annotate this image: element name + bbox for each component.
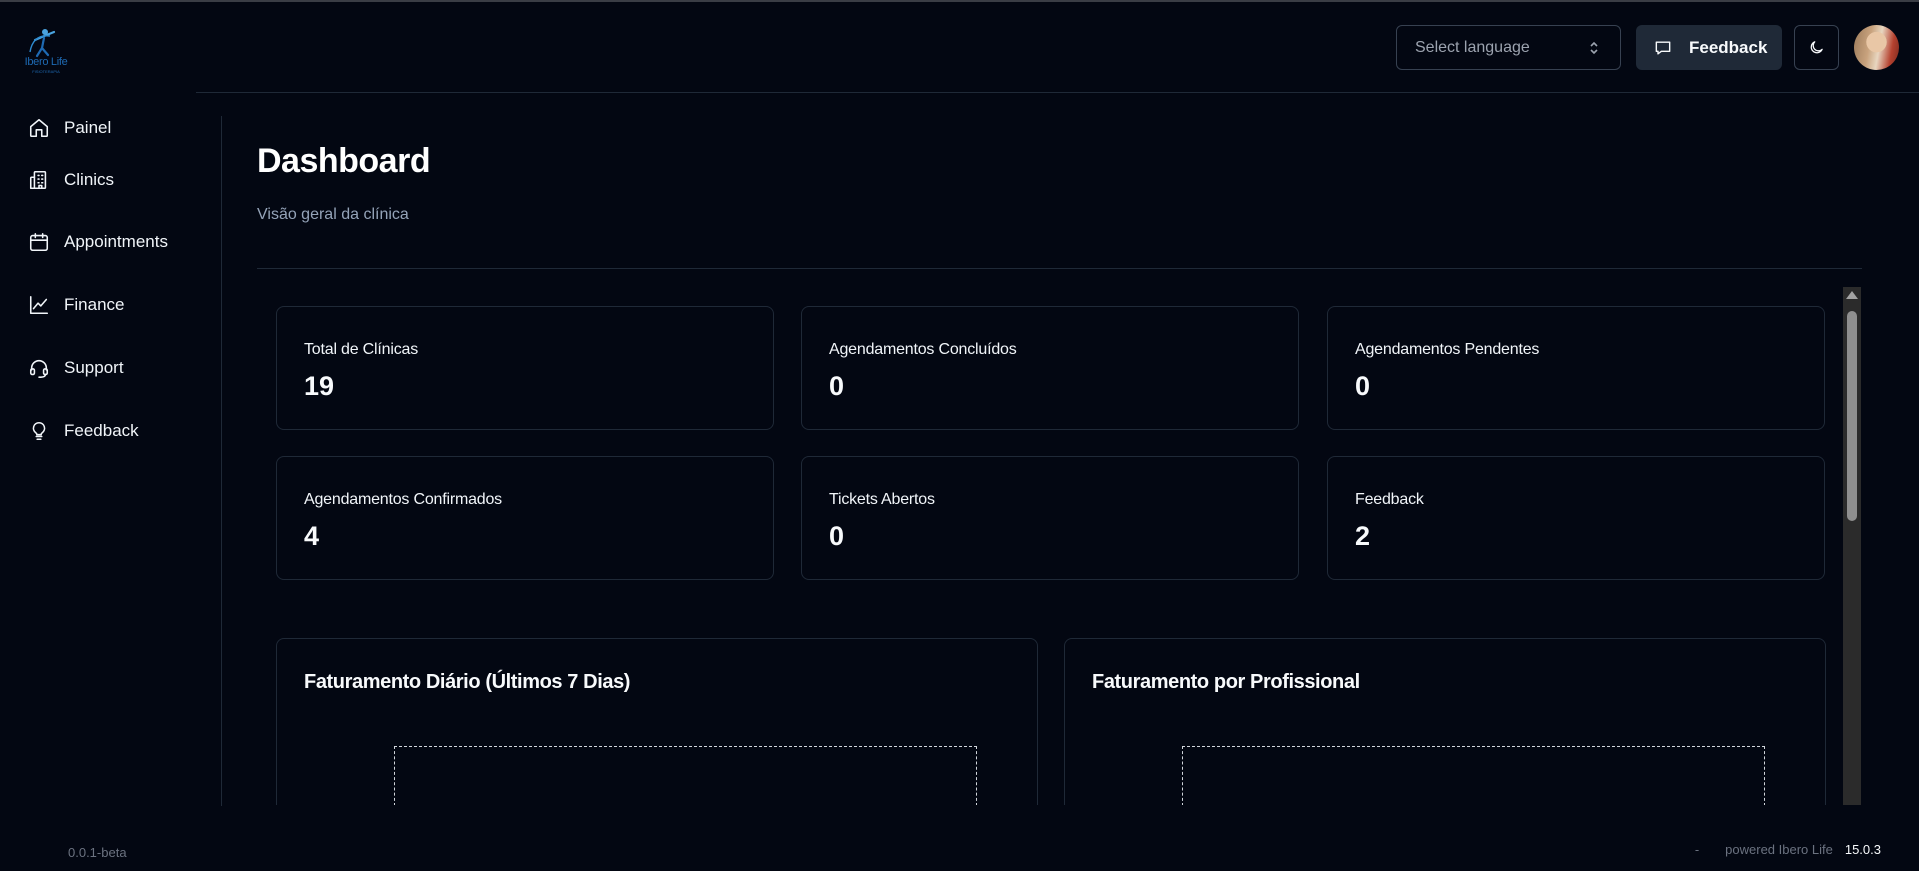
logo-text: Ibero Life (24, 56, 68, 68)
stat-card-label: Agendamentos Pendentes (1355, 341, 1540, 358)
sidebar: Ibero Life FISIOTERAPIA Painel Clinics A… (0, 0, 196, 871)
chart-card-revenue-by-professional: Faturamento por Profissional (1064, 638, 1826, 805)
stat-card-value: 2 (1355, 521, 1371, 551)
header-divider (196, 92, 1919, 93)
stat-card-label: Agendamentos Concluídos (829, 341, 1017, 358)
stat-card-agendamentos-pendentes: Agendamentos Pendentes 0 (1327, 306, 1825, 430)
powered-by-text: powered Ibero Life (1725, 842, 1833, 857)
message-square-icon (1655, 40, 1671, 55)
window-top-border (0, 0, 1919, 2)
sidebar-item-label: Clinics (64, 170, 115, 189)
sidebar-item-label: Painel (64, 118, 112, 137)
headset-icon (29, 359, 49, 378)
feedback-button[interactable]: Feedback (1636, 25, 1782, 70)
sidebar-item-painel[interactable]: Painel (28, 111, 111, 145)
theme-toggle-button[interactable] (1794, 25, 1839, 70)
content-divider (221, 116, 222, 806)
scroll-up-arrow-icon[interactable] (1846, 291, 1858, 299)
building-icon (29, 170, 47, 190)
line-chart-icon (29, 295, 49, 315)
stat-card-label: Total de Clínicas (304, 341, 418, 358)
language-select[interactable]: Select language (1396, 25, 1621, 70)
footer-separator: - (1694, 842, 1700, 857)
stat-card-value: 0 (829, 521, 845, 551)
title-divider (257, 268, 1862, 269)
app-version: 0.0.1-beta (68, 845, 127, 860)
stat-card-value: 0 (829, 371, 845, 401)
calendar-icon (29, 232, 49, 252)
sidebar-item-clinics[interactable]: Clinics (28, 163, 114, 197)
brand-logo[interactable]: Ibero Life FISIOTERAPIA (20, 26, 72, 78)
footer: - powered Ibero Life 15.0.3 (1695, 842, 1881, 857)
sidebar-item-label: Support (64, 358, 124, 377)
lightbulb-icon (32, 421, 46, 441)
sidebar-item-support[interactable]: Support (28, 351, 124, 385)
sidebar-item-finance[interactable]: Finance (28, 288, 124, 322)
chart-card-daily-revenue: Faturamento Diário (Últimos 7 Dias) (276, 638, 1038, 805)
stat-card-agendamentos-concluidos: Agendamentos Concluídos 0 (801, 306, 1299, 430)
dashboard-scroll-area[interactable]: Total de Clínicas 19 Agendamentos Conclu… (257, 287, 1837, 805)
footer-version: 15.0.3 (1844, 842, 1881, 857)
logo-subtext: FISIOTERAPIA (32, 69, 60, 74)
moon-icon (1810, 41, 1823, 54)
vertical-scrollbar[interactable] (1843, 287, 1861, 805)
stat-card-value: 19 (304, 371, 335, 401)
user-avatar[interactable] (1854, 25, 1899, 70)
chart-title: Faturamento por Profissional (1092, 671, 1360, 693)
chevron-up-down-icon (1590, 41, 1598, 54)
chart-title: Faturamento Diário (Últimos 7 Dias) (304, 671, 631, 693)
stat-card-tickets-abertos: Tickets Abertos 0 (801, 456, 1299, 580)
stat-card-value: 0 (1355, 371, 1371, 401)
language-select-placeholder: Select language (1415, 38, 1530, 56)
feedback-button-label: Feedback (1689, 37, 1768, 57)
stat-card-feedback: Feedback 2 (1327, 456, 1825, 580)
chart-placeholder-area (1182, 746, 1765, 805)
stat-card-label: Feedback (1355, 491, 1424, 508)
stat-card-label: Agendamentos Confirmados (304, 491, 502, 508)
scrollbar-thumb[interactable] (1847, 311, 1857, 521)
sidebar-item-appointments[interactable]: Appointments (28, 225, 168, 259)
sidebar-item-feedback[interactable]: Feedback (28, 414, 139, 448)
chart-placeholder-area (394, 746, 977, 805)
stat-card-agendamentos-confirmados: Agendamentos Confirmados 4 (276, 456, 774, 580)
sidebar-item-label: Appointments (64, 232, 168, 251)
stat-card-value: 4 (304, 521, 320, 551)
stat-card-total-clinicas: Total de Clínicas 19 (276, 306, 774, 430)
sidebar-item-label: Feedback (64, 421, 139, 440)
stat-card-label: Tickets Abertos (829, 491, 935, 508)
home-icon (29, 118, 49, 138)
sidebar-item-label: Finance (64, 295, 125, 314)
page-subtitle: Visão geral da clínica (257, 206, 409, 223)
page-title: Dashboard (257, 142, 431, 180)
